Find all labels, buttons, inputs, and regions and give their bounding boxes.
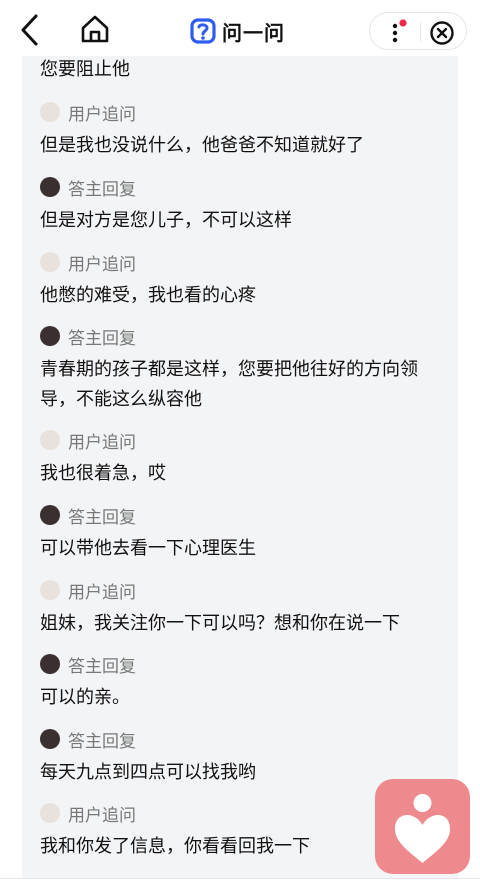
expert-avatar xyxy=(40,326,60,346)
role-label: 答主回复 xyxy=(68,179,136,200)
capsule-divider xyxy=(420,22,421,42)
role-row: 答主回复 xyxy=(40,503,450,528)
expert-avatar xyxy=(40,505,60,525)
role-row: 答主回复 xyxy=(40,727,450,752)
more-button[interactable] xyxy=(382,19,410,45)
expert-avatar xyxy=(40,654,60,674)
expert-avatar xyxy=(40,729,60,749)
message-text: 您要阻止他 xyxy=(40,59,130,80)
conversation-entry: 答主回复 但是对方是您儿子，不可以这样 xyxy=(40,175,450,236)
home-icon xyxy=(81,15,109,43)
bottom-divider xyxy=(0,878,480,879)
role-label: 用户追问 xyxy=(68,104,136,125)
user-avatar xyxy=(40,430,60,450)
message-text: 姐妹，我关注你一下可以吗？想和你在说一下 xyxy=(40,613,400,634)
role-label: 答主回复 xyxy=(68,656,136,677)
close-button[interactable] xyxy=(428,19,456,47)
role-row: 用户追问 xyxy=(40,100,450,125)
message-text: 但是对方是您儿子，不可以这样 xyxy=(40,210,292,231)
app-logo: 问一问 xyxy=(190,16,285,46)
chevron-left-icon xyxy=(21,14,38,46)
mini-program-capsule xyxy=(369,12,467,50)
role-row: 用户追问 xyxy=(40,428,450,453)
close-circle-icon xyxy=(430,21,454,45)
conversation-panel: 您要阻止他 用户追问 但是我也没说什么，他爸爸不知道就好了 答主回复 但是对方是… xyxy=(22,56,458,878)
role-row: 答主回复 xyxy=(40,652,450,677)
message-text: 可以的亲。 xyxy=(40,687,130,708)
app-title: 问一问 xyxy=(222,20,285,45)
role-label: 用户追问 xyxy=(68,582,136,603)
message-text: 我也很着急，哎 xyxy=(40,463,166,484)
conversation-entry: 用户追问 姐妹，我关注你一下可以吗？想和你在说一下 xyxy=(40,578,450,639)
message-text: 可以带他去看一下心理医生 xyxy=(40,538,256,559)
role-label: 用户追问 xyxy=(68,432,136,453)
expert-avatar xyxy=(40,177,60,197)
role-row: 答主回复 xyxy=(40,175,450,200)
conversation-entry: 用户追问 他憋的难受，我也看的心疼 xyxy=(40,250,450,311)
top-bar: 问一问 xyxy=(0,0,480,60)
user-avatar xyxy=(40,580,60,600)
heart-icon xyxy=(395,794,450,863)
conversation-entry: 答主回复 可以的亲。 xyxy=(40,652,450,713)
role-row: 答主回复 xyxy=(40,324,450,349)
conversation-entry: 用户追问 但是我也没说什么，他爸爸不知道就好了 xyxy=(40,100,450,161)
user-avatar xyxy=(40,252,60,272)
role-row: 用户追问 xyxy=(40,578,450,603)
role-label: 用户追问 xyxy=(68,805,136,826)
home-button[interactable] xyxy=(78,12,112,46)
heart-float-button[interactable] xyxy=(375,779,470,874)
brand-mark-icon xyxy=(190,18,216,44)
more-vertical-icon xyxy=(392,19,407,43)
back-button[interactable] xyxy=(14,12,48,48)
user-avatar xyxy=(40,102,60,122)
message-text: 青春期的孩子都是这样，您要把他往好的方向领导，不能这么纵容他 xyxy=(40,359,418,410)
role-label: 答主回复 xyxy=(68,731,136,752)
notification-dot xyxy=(399,19,407,27)
conversation-entry: 答主回复 可以带他去看一下心理医生 xyxy=(40,503,450,564)
user-avatar xyxy=(40,803,60,823)
role-row: 用户追问 xyxy=(40,250,450,275)
role-label: 答主回复 xyxy=(68,328,136,349)
message-text: 但是我也没说什么，他爸爸不知道就好了 xyxy=(40,135,364,156)
role-label: 用户追问 xyxy=(68,254,136,275)
role-label: 答主回复 xyxy=(68,507,136,528)
message-text: 他憋的难受，我也看的心疼 xyxy=(40,285,256,306)
conversation-entry: 答主回复 青春期的孩子都是这样，您要把他往好的方向领导，不能这么纵容他 xyxy=(40,324,450,415)
conversation-entry: 用户追问 我也很着急，哎 xyxy=(40,428,450,489)
